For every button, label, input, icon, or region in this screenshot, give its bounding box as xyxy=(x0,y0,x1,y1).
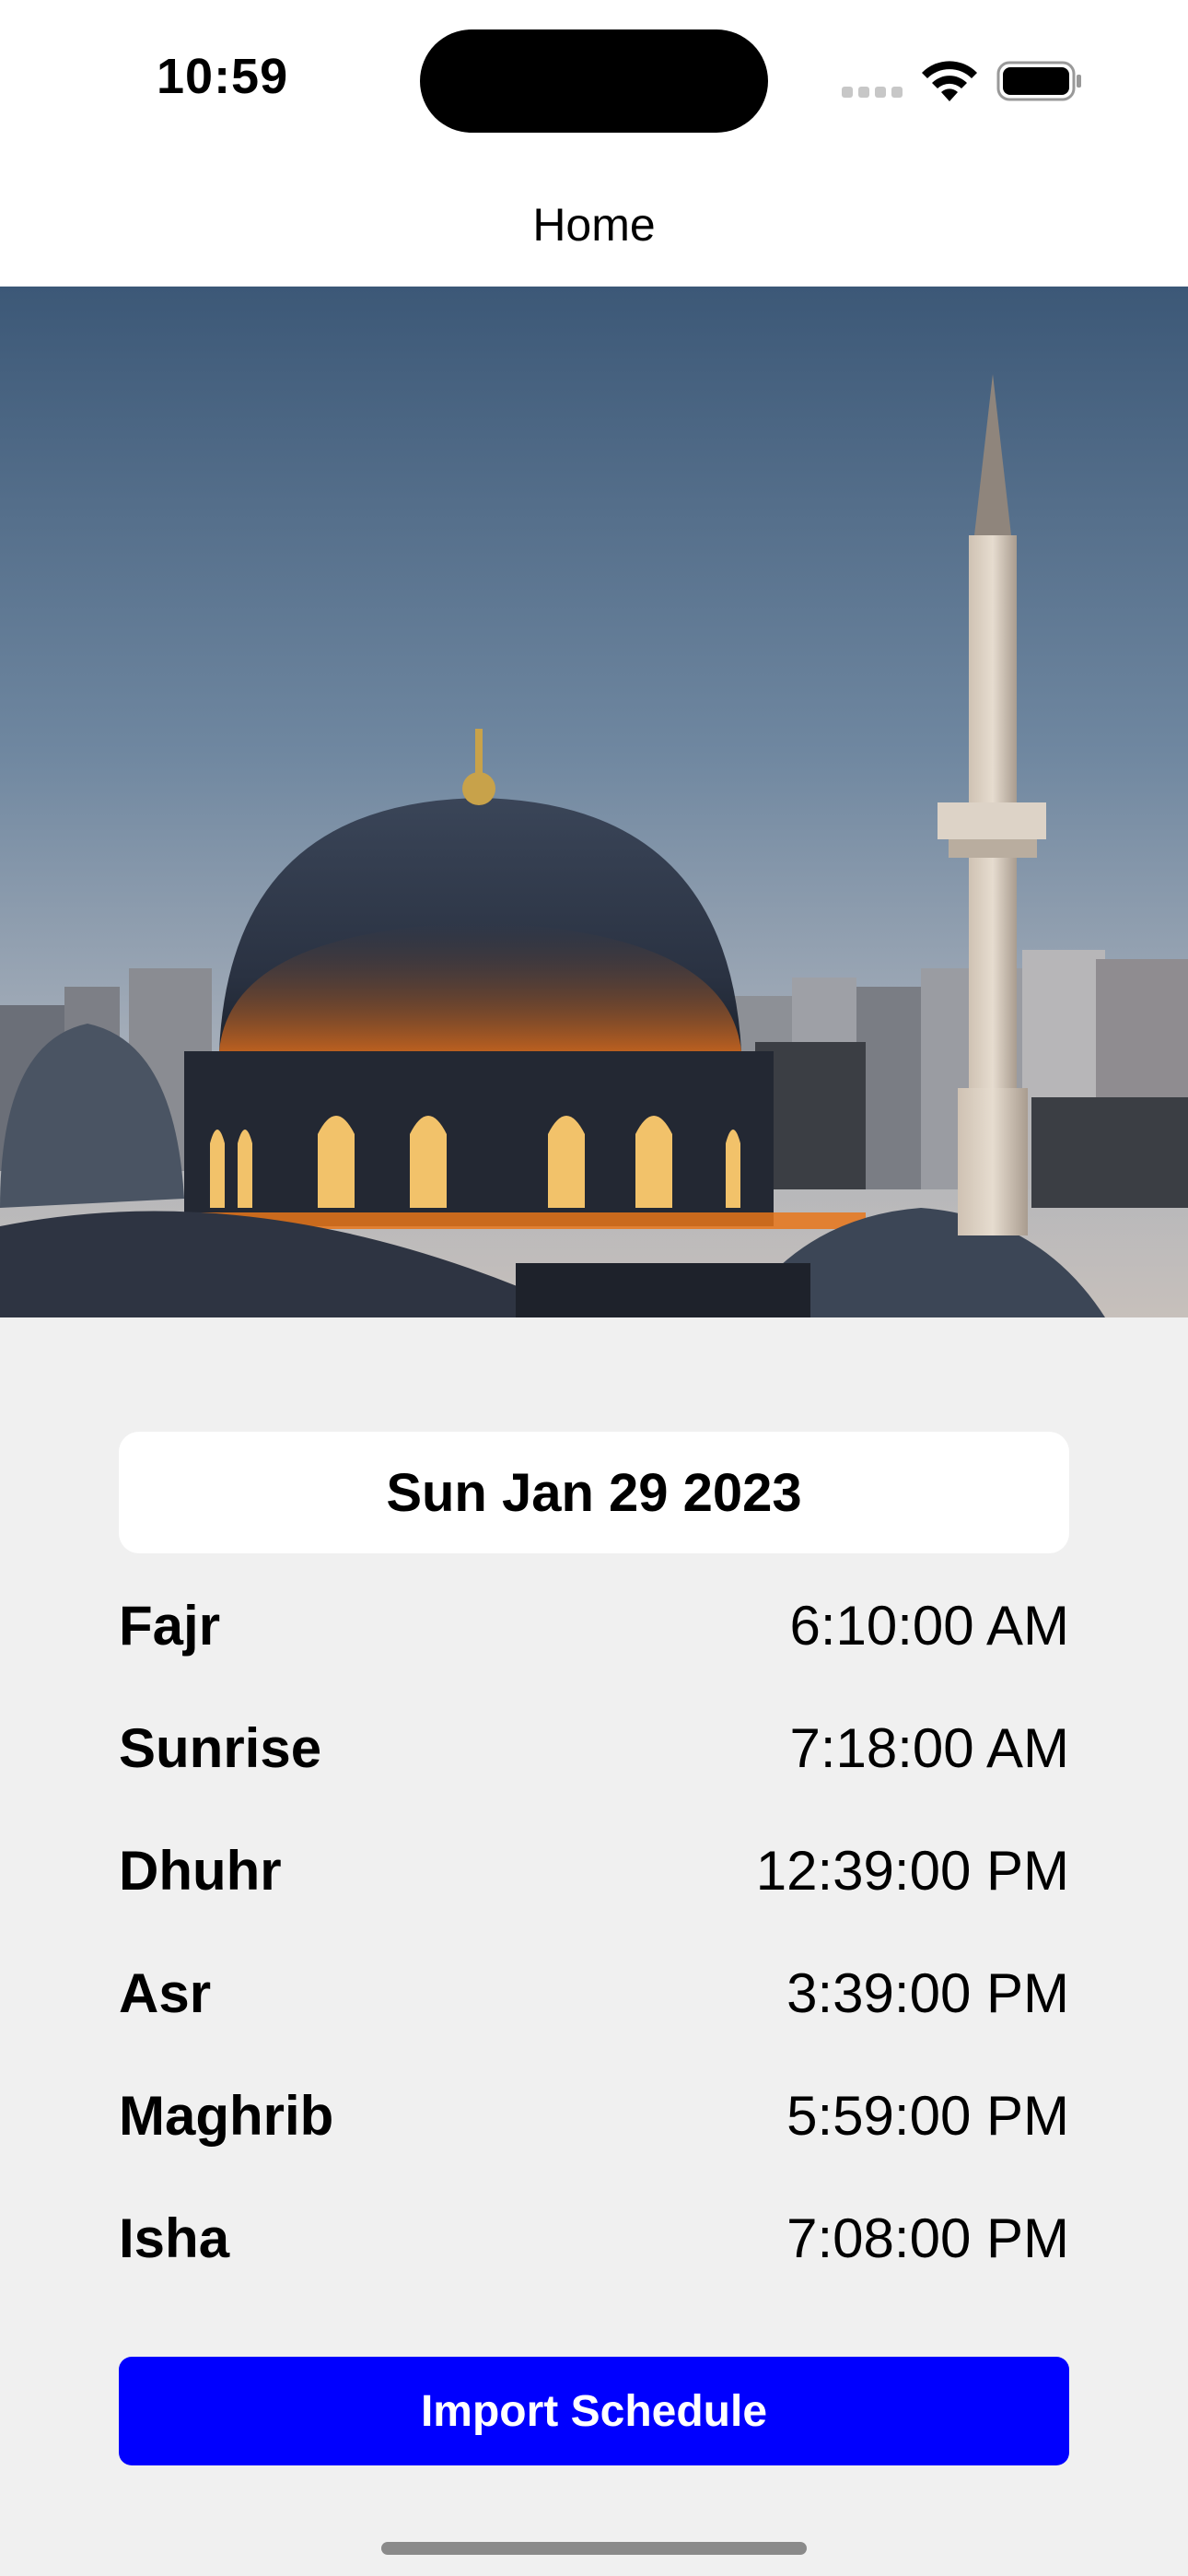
prayer-time: 7:18:00 AM xyxy=(789,1717,1069,1779)
home-indicator[interactable] xyxy=(381,2542,807,2555)
prayer-name: Fajr xyxy=(119,1595,221,1657)
mosque-hero-image xyxy=(0,287,1188,1317)
prayer-time: 12:39:00 PM xyxy=(755,1840,1069,1902)
prayer-times-list: Fajr 6:10:00 AM Sunrise 7:18:00 AM Dhuhr… xyxy=(119,1566,1069,2301)
dynamic-island xyxy=(420,29,768,133)
prayer-row-sunrise: Sunrise 7:18:00 AM xyxy=(119,1689,1069,1811)
prayer-row-isha: Isha 7:08:00 PM xyxy=(119,2179,1069,2301)
prayer-name: Dhuhr xyxy=(119,1840,282,1902)
prayer-name: Maghrib xyxy=(119,2085,334,2147)
cellular-signal-icon xyxy=(842,87,903,98)
prayer-time: 7:08:00 PM xyxy=(786,2207,1069,2269)
battery-icon xyxy=(996,61,1081,101)
prayer-row-maghrib: Maghrib 5:59:00 PM xyxy=(119,2056,1069,2179)
prayer-name: Isha xyxy=(119,2207,230,2269)
status-time: 10:59 xyxy=(157,49,289,104)
prayer-time: 6:10:00 AM xyxy=(789,1595,1069,1657)
prayer-time: 3:39:00 PM xyxy=(786,1962,1069,2024)
navigation-bar: Home xyxy=(0,161,1188,287)
prayer-time: 5:59:00 PM xyxy=(786,2085,1069,2147)
status-bar: 10:59 xyxy=(0,0,1188,161)
prayer-name: Sunrise xyxy=(119,1717,322,1779)
page-title: Home xyxy=(532,199,656,251)
prayer-row-dhuhr: Dhuhr 12:39:00 PM xyxy=(119,1811,1069,1934)
schedule-date: Sun Jan 29 2023 xyxy=(386,1462,802,1523)
prayer-name: Asr xyxy=(119,1962,212,2024)
date-card: Sun Jan 29 2023 xyxy=(119,1432,1069,1553)
wifi-icon xyxy=(922,61,977,101)
prayer-row-fajr: Fajr 6:10:00 AM xyxy=(119,1566,1069,1689)
import-schedule-button[interactable]: Import Schedule xyxy=(119,2357,1069,2465)
prayer-row-asr: Asr 3:39:00 PM xyxy=(119,1934,1069,2056)
